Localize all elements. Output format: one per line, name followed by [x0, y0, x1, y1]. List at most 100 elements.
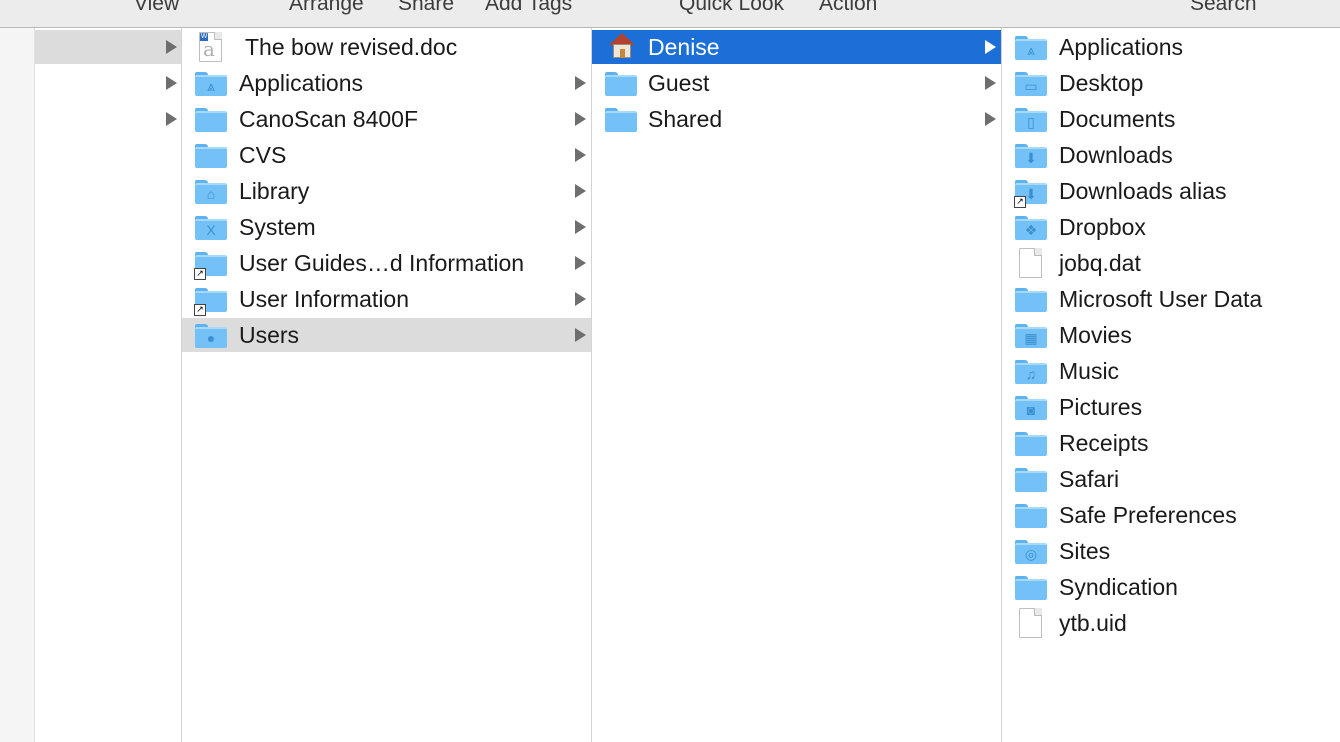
list-item[interactable]: ⌂ Library — [182, 174, 591, 208]
browser-column-volume: Wa The bow revised.doc ⩓ Applications Ca… — [182, 28, 592, 742]
browser-column-users: Denise Guest Shared — [592, 28, 1002, 742]
share-button[interactable]: Share — [398, 0, 454, 16]
disclosure-arrow-icon — [985, 40, 996, 54]
list-item[interactable]: Wa The bow revised.doc — [182, 30, 591, 64]
search-button[interactable]: Search — [1190, 0, 1257, 16]
browser-column-root — [35, 28, 182, 742]
view-button[interactable]: View — [134, 0, 179, 16]
item-label: Documents — [1059, 106, 1176, 132]
disclosure-arrow-icon — [575, 292, 586, 306]
disclosure-arrow-icon — [575, 148, 586, 162]
item-label: Receipts — [1059, 430, 1149, 456]
list-item[interactable]: Safari — [1002, 462, 1340, 496]
item-label: Safari — [1059, 466, 1120, 492]
list-item[interactable]: ⩓ Applications — [182, 66, 591, 100]
sites-folder-icon: ◎ — [1015, 539, 1047, 565]
music-folder-icon: ♫ — [1015, 359, 1047, 385]
item-label: System — [239, 214, 316, 240]
list-item-selected[interactable]: Denise — [592, 30, 1001, 64]
list-item[interactable]: ◎ Sites — [1002, 534, 1340, 568]
finder-toolbar: View Arrange Share Add Tags Quick Look A… — [0, 0, 1340, 28]
item-label: Movies — [1059, 322, 1132, 348]
list-item[interactable] — [35, 66, 181, 100]
list-item-selected[interactable]: ● Users — [182, 318, 591, 352]
disclosure-arrow-icon — [985, 112, 996, 126]
list-item[interactable]: jobq.dat — [1002, 246, 1340, 280]
item-label: Guest — [648, 70, 710, 96]
list-item[interactable]: ▯ Documents — [1002, 102, 1340, 136]
library-folder-icon: ⌂ — [195, 179, 227, 205]
folder-icon — [605, 71, 637, 97]
disclosure-arrow-icon — [575, 220, 586, 234]
dropbox-folder-icon: ❖ — [1015, 215, 1047, 241]
quick-look-button[interactable]: Quick Look — [679, 0, 784, 16]
item-label: CVS — [239, 142, 287, 168]
item-label: Dropbox — [1059, 214, 1146, 240]
home-icon — [605, 33, 637, 61]
disclosure-arrow-icon — [575, 328, 586, 342]
item-label: Desktop — [1059, 70, 1144, 96]
list-item[interactable]: Microsoft User Data — [1002, 282, 1340, 316]
list-item[interactable]: ▭ Desktop — [1002, 66, 1340, 100]
disclosure-arrow-icon — [166, 76, 177, 90]
pictures-folder-icon: ◙ — [1015, 395, 1047, 421]
list-item[interactable]: Receipts — [1002, 426, 1340, 460]
list-item[interactable]: ⬇ Downloads — [1002, 138, 1340, 172]
list-item-selected[interactable] — [35, 30, 181, 64]
disclosure-arrow-icon — [166, 112, 177, 126]
downloads-folder-icon: ⬇ — [1015, 143, 1047, 169]
list-item[interactable]: ytb.uid — [1002, 606, 1340, 640]
list-item[interactable]: Safe Preferences — [1002, 498, 1340, 532]
item-label: Downloads — [1059, 142, 1173, 168]
documents-folder-icon: ▯ — [1015, 107, 1047, 133]
item-label: Sites — [1059, 538, 1111, 564]
list-item[interactable]: ⬇ ↗ Downloads alias — [1002, 174, 1340, 208]
folder-icon — [1015, 431, 1047, 457]
folder-icon — [195, 107, 227, 133]
arrange-button[interactable]: Arrange — [289, 0, 364, 16]
downloads-alias-icon: ⬇ ↗ — [1014, 179, 1047, 208]
movies-folder-icon: ▦ — [1015, 323, 1047, 349]
disclosure-arrow-icon — [575, 112, 586, 126]
sidebar-edge — [0, 28, 35, 742]
disclosure-arrow-icon — [575, 76, 586, 90]
item-label: jobq.dat — [1059, 250, 1141, 276]
word-doc-icon: Wa — [195, 32, 227, 62]
item-label: Pictures — [1059, 394, 1143, 420]
folder-icon — [605, 107, 637, 133]
item-label: Shared — [648, 106, 723, 132]
list-item[interactable] — [35, 102, 181, 136]
list-item[interactable]: Guest — [592, 66, 1001, 100]
list-item[interactable]: Shared — [592, 102, 1001, 136]
item-label: Downloads alias — [1059, 178, 1227, 204]
item-label: Music — [1059, 358, 1120, 384]
item-label: Applications — [1059, 34, 1184, 60]
list-item[interactable]: ↗ User Guides…d Information — [182, 246, 591, 280]
folder-icon — [195, 143, 227, 169]
item-label: Users — [239, 322, 300, 348]
disclosure-arrow-icon — [166, 40, 177, 54]
list-item[interactable]: ♫ Music — [1002, 354, 1340, 388]
list-item[interactable]: ❖ Dropbox — [1002, 210, 1340, 244]
file-icon — [1015, 608, 1047, 638]
list-item[interactable]: ◙ Pictures — [1002, 390, 1340, 424]
list-item[interactable]: CVS — [182, 138, 591, 172]
folder-icon — [1015, 575, 1047, 601]
item-label: The bow revised.doc — [245, 34, 458, 60]
list-item[interactable]: X System — [182, 210, 591, 244]
item-label: Library — [239, 178, 310, 204]
users-folder-icon: ● — [195, 323, 227, 349]
list-item[interactable]: ⩓ Applications — [1002, 30, 1340, 64]
file-icon — [1015, 248, 1047, 278]
desktop-folder-icon: ▭ — [1015, 71, 1047, 97]
item-label: Syndication — [1059, 574, 1178, 600]
list-item[interactable]: CanoScan 8400F — [182, 102, 591, 136]
item-label: CanoScan 8400F — [239, 106, 419, 132]
list-item[interactable]: ▦ Movies — [1002, 318, 1340, 352]
add-tags-button[interactable]: Add Tags — [485, 0, 572, 16]
list-item[interactable]: ↗ User Information — [182, 282, 591, 316]
folder-icon — [1015, 287, 1047, 313]
folder-icon — [1015, 467, 1047, 493]
list-item[interactable]: Syndication — [1002, 570, 1340, 604]
action-button[interactable]: Action — [819, 0, 877, 16]
